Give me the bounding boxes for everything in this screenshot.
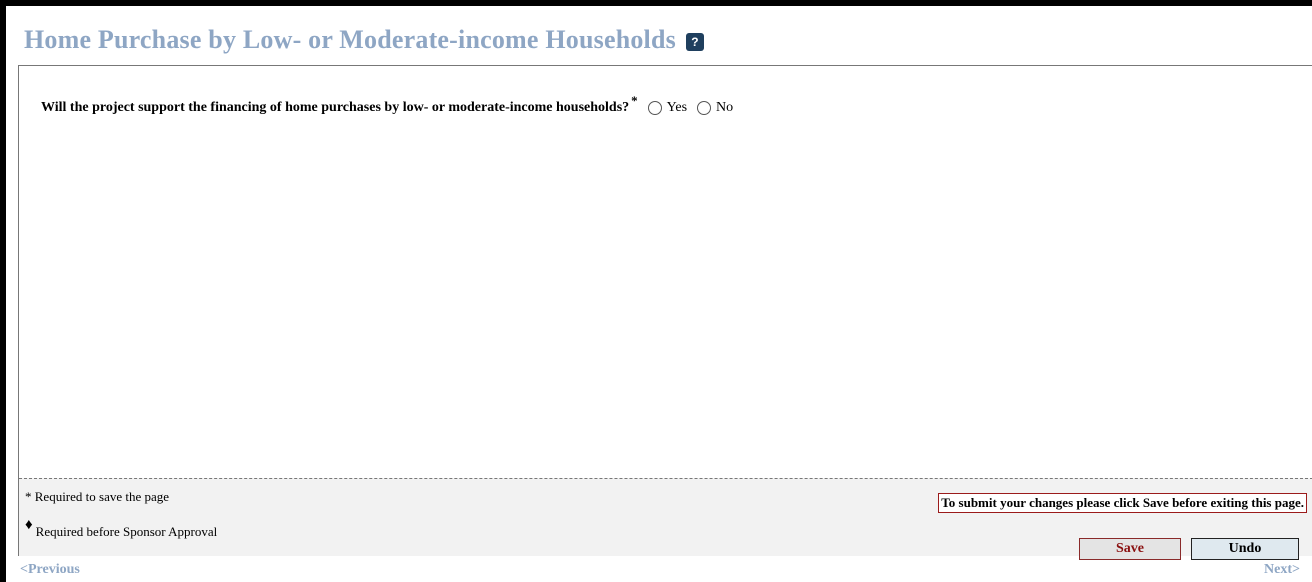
help-icon[interactable]: ? bbox=[685, 32, 704, 51]
option-yes[interactable]: Yes bbox=[647, 100, 688, 116]
question-label: Will the project support the financing o… bbox=[41, 100, 630, 115]
previous-link[interactable]: <Previous bbox=[20, 562, 80, 578]
save-button[interactable]: Save bbox=[1079, 538, 1181, 560]
next-link[interactable]: Next> bbox=[1264, 562, 1300, 578]
page-frame: Home Purchase by Low- or Moderate-income… bbox=[0, 0, 1312, 582]
radio-yes[interactable] bbox=[647, 101, 662, 115]
option-no[interactable]: No bbox=[697, 100, 733, 116]
title-row: Home Purchase by Low- or Moderate-income… bbox=[24, 24, 704, 56]
required-marker: * bbox=[631, 93, 638, 108]
form-panel: Will the project support the financing o… bbox=[18, 65, 1312, 560]
option-yes-label: Yes bbox=[666, 100, 688, 115]
undo-button[interactable]: Undo bbox=[1191, 538, 1299, 560]
save-notice: To submit your changes please click Save… bbox=[938, 493, 1307, 513]
diamond-icon: ♦ bbox=[25, 517, 33, 533]
option-no-label: No bbox=[716, 100, 734, 115]
legend-required-save: * Required to save the page bbox=[25, 489, 170, 504]
legend-required-approval: ♦ Required before Sponsor Approval bbox=[25, 517, 218, 540]
page-title: Home Purchase by Low- or Moderate-income… bbox=[24, 25, 676, 54]
legend-required-approval-label: Required before Sponsor Approval bbox=[35, 524, 218, 539]
panel-footer: * Required to save the page ♦ Required b… bbox=[19, 478, 1312, 560]
radio-no[interactable] bbox=[697, 101, 712, 115]
question-row: Will the project support the financing o… bbox=[41, 93, 733, 116]
